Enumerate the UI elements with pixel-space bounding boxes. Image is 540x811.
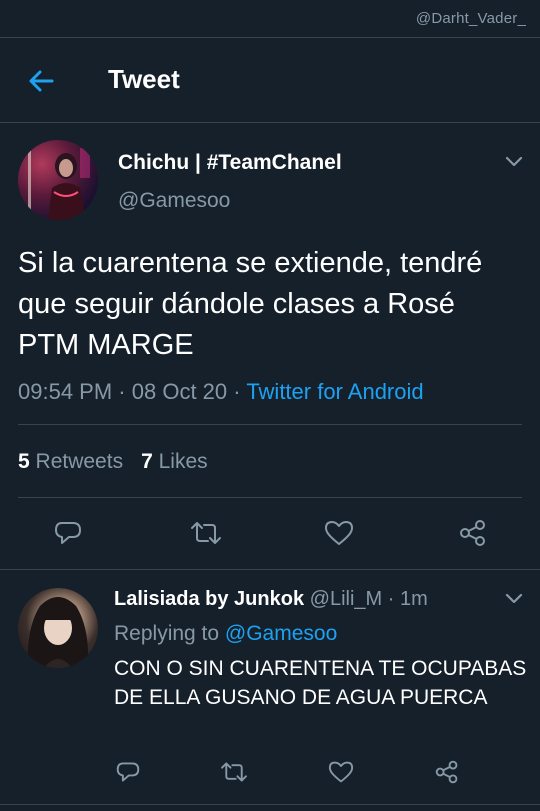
section-separator [0, 569, 540, 570]
heart-icon[interactable] [328, 760, 354, 784]
retweet-icon[interactable] [190, 519, 222, 547]
tweet-source-link[interactable]: Twitter for Android [246, 379, 423, 404]
heart-icon[interactable] [324, 519, 354, 547]
reply-text: CON O SIN CUARENTENA TE OCUPABAS DE ELLA… [114, 657, 527, 709]
likes-stat[interactable]: 7 Likes [141, 450, 208, 473]
retweets-stat[interactable]: 5 Retweets [18, 450, 123, 473]
share-icon[interactable] [458, 519, 488, 547]
retweets-label: Retweets [35, 450, 124, 473]
retweet-icon[interactable] [220, 760, 248, 784]
section-separator [0, 804, 540, 805]
tweet-meta: 09:54 PM · 08 Oct 20 · Twitter for Andro… [18, 379, 424, 405]
page-title: Tweet [108, 64, 180, 94]
arrow-left-icon[interactable] [26, 66, 56, 96]
likes-label: Likes [158, 450, 208, 473]
replying-to-handle[interactable]: @Gamesoo [225, 622, 337, 645]
meta-separator: · [233, 379, 241, 404]
tweet-time: 09:54 PM [18, 379, 113, 404]
watermark: @Darht_Vader_ [415, 10, 526, 27]
chevron-down-icon[interactable] [504, 592, 524, 606]
reply-author-handle[interactable]: @Lili_M [310, 588, 383, 610]
likes-count: 7 [141, 450, 153, 473]
tweet-date: 08 Oct 20 [131, 379, 228, 404]
avatar-photo-icon [27, 597, 89, 668]
author-name[interactable]: Chichu | #TeamChanel [118, 151, 342, 175]
chevron-down-icon[interactable] [504, 155, 524, 169]
reply-avatar[interactable] [18, 588, 98, 668]
share-icon[interactable] [434, 760, 460, 784]
avatar-photo-icon [28, 145, 90, 220]
divider [18, 424, 522, 425]
author-handle[interactable]: @Gamesoo [118, 189, 230, 213]
tweet-stats: 5 Retweets 7 Likes [18, 450, 208, 474]
reply-icon[interactable] [116, 760, 140, 784]
meta-separator: · [118, 379, 126, 404]
top-bar: Tweet [0, 37, 540, 123]
divider [18, 497, 522, 498]
reply-author-line: Lalisiada by Junkok @Lili_M · 1m [114, 588, 428, 611]
retweets-count: 5 [18, 450, 30, 473]
replying-to-label: Replying to [114, 622, 220, 645]
reply-icon[interactable] [54, 519, 82, 547]
replying-to: Replying to @Gamesoo [114, 622, 337, 646]
reply-age: 1m [399, 588, 428, 610]
reply-separator: · [387, 588, 395, 610]
avatar[interactable] [18, 140, 98, 220]
tweet-text: Si la cuarentena se extiende, tendré que… [18, 247, 483, 361]
reply-author-name[interactable]: Lalisiada by Junkok [114, 588, 304, 610]
